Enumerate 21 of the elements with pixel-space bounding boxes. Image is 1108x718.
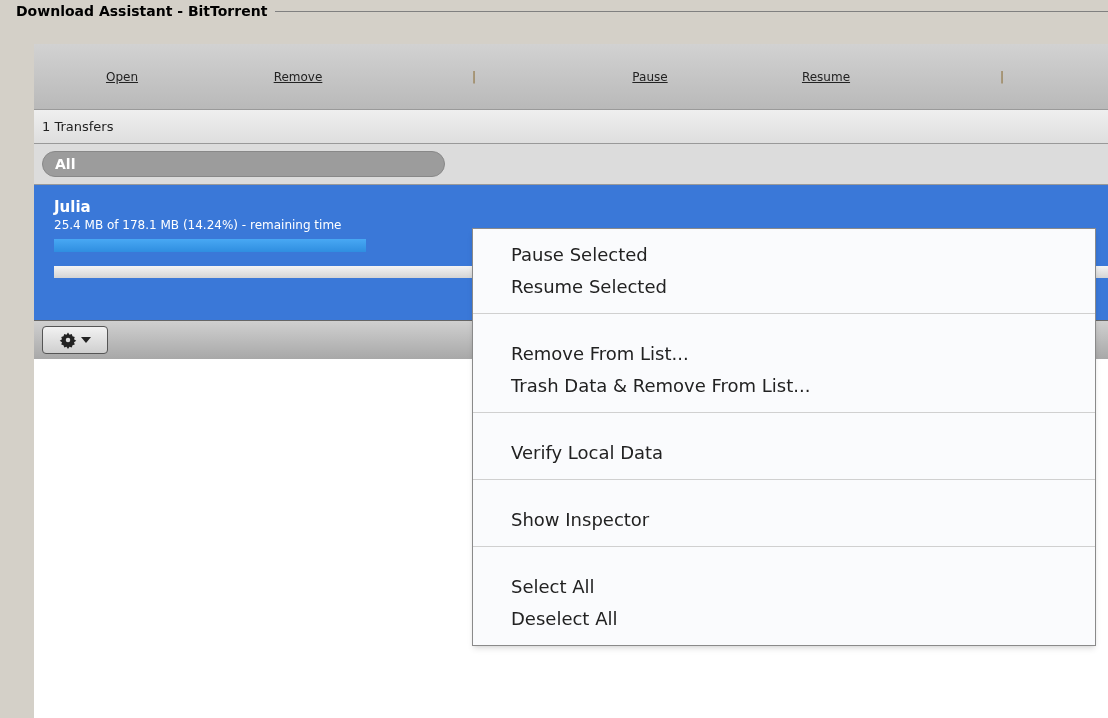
menu-item[interactable]: Show Inspector bbox=[473, 504, 1095, 536]
caret-icon bbox=[81, 337, 91, 343]
menu-item[interactable]: Select All bbox=[473, 571, 1095, 603]
menu-item[interactable]: Remove From List... bbox=[473, 338, 1095, 370]
transfer-name: Julia bbox=[54, 197, 92, 217]
menu-item[interactable]: Deselect All bbox=[473, 603, 1095, 635]
gear-icon bbox=[59, 331, 77, 349]
toolbar-link[interactable]: Remove bbox=[273, 67, 323, 86]
toolbar-separator: | bbox=[999, 68, 1004, 86]
menu-item[interactable]: Resume Selected bbox=[473, 271, 1095, 303]
window-title: Download Assistant - BitTorrent bbox=[16, 1, 268, 21]
toolbar-link[interactable]: Resume bbox=[801, 67, 851, 86]
menu-item[interactable]: Verify Local Data bbox=[473, 437, 1095, 469]
transfer-count: 1 Transfers bbox=[42, 117, 114, 136]
gear-menu-button[interactable] bbox=[42, 326, 108, 354]
menu-item[interactable]: Trash Data & Remove From List... bbox=[473, 370, 1095, 402]
toolbar-separator: | bbox=[471, 68, 476, 86]
transfer-status: 25.4 MB of 178.1 MB (14.24%) - remaining time bbox=[54, 217, 343, 233]
toolbar-link[interactable]: Pause bbox=[632, 67, 668, 86]
toolbar-link[interactable]: Open bbox=[105, 67, 139, 86]
menu-item[interactable]: Pause Selected bbox=[473, 239, 1095, 271]
